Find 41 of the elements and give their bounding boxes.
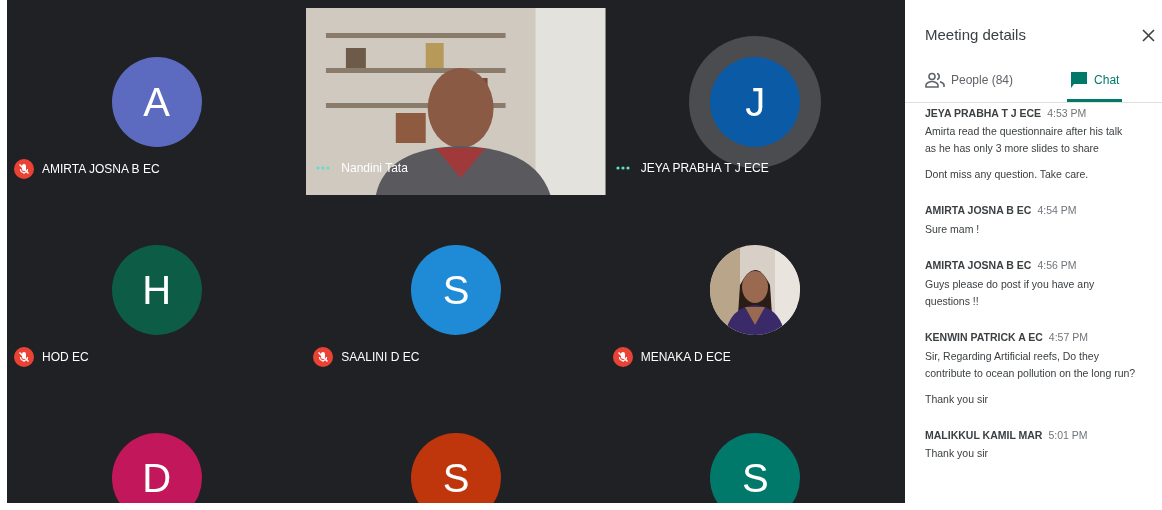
participant-name: JEYA PRABHA T J ECE [640, 160, 769, 177]
participant-name: AMIRTA JOSNA B EC [42, 161, 160, 178]
mic-off-icon [612, 347, 633, 367]
avatar: S [411, 433, 501, 503]
avatar: D [111, 433, 202, 503]
audio-dots-icon [316, 166, 331, 170]
message-text: Dont miss any question. Take care. [925, 167, 1090, 183]
message-text: Thank you sir [925, 391, 990, 407]
participant-name: HOD EC [42, 349, 89, 366]
people-icon [925, 71, 945, 88]
message-time: 5:01 PM [1048, 427, 1088, 443]
chat-icon [1070, 70, 1089, 89]
message-sender: AMIRTA JOSNA B EC [925, 258, 1032, 273]
message-text: Sure mam ! [925, 222, 981, 237]
panel-title: Meeting details [925, 25, 1026, 45]
message-text: Amirta read the questionnaire after his talk as he has only 3 more slides to share [925, 124, 1124, 157]
mic-off-icon [313, 347, 334, 367]
avatar: A [111, 57, 202, 147]
message-time: 4:57 PM [1048, 329, 1088, 345]
avatar: S [710, 433, 801, 503]
close-button[interactable] [1140, 27, 1156, 44]
tab[interactable]: People (84) [925, 70, 1014, 102]
message-time: 4:54 PM [1037, 203, 1077, 219]
participant-name: MENAKA D ECE [640, 349, 731, 366]
mic-off-icon [14, 159, 34, 179]
avatar: H [111, 245, 202, 335]
message-text: Sir, Regarding Artificial reefs, Do they contribute to ocean pollution on the long run? [925, 348, 1136, 381]
message-time: 4:56 PM [1037, 258, 1077, 273]
message-text: Guys please do post if you have any questions !! [925, 276, 1096, 309]
message-sender: MALIKKUL KAMIL MAR [925, 427, 1043, 443]
mic-off-icon [14, 347, 34, 367]
message-time: 4:53 PM [1047, 105, 1087, 121]
message-text: Thank you sir [925, 446, 990, 462]
audio-dots-icon [615, 166, 630, 170]
message-sender: JEYA PRABHA T J ECE [925, 105, 1042, 121]
message-sender: KENWIN PATRICK A EC [925, 329, 1043, 345]
participant-name: SAALINI D EC [341, 349, 420, 366]
close-icon [1141, 28, 1155, 42]
tab[interactable]: Chat [1067, 70, 1123, 102]
avatar: S [411, 245, 501, 335]
message-sender: AMIRTA JOSNA B EC [925, 203, 1032, 219]
